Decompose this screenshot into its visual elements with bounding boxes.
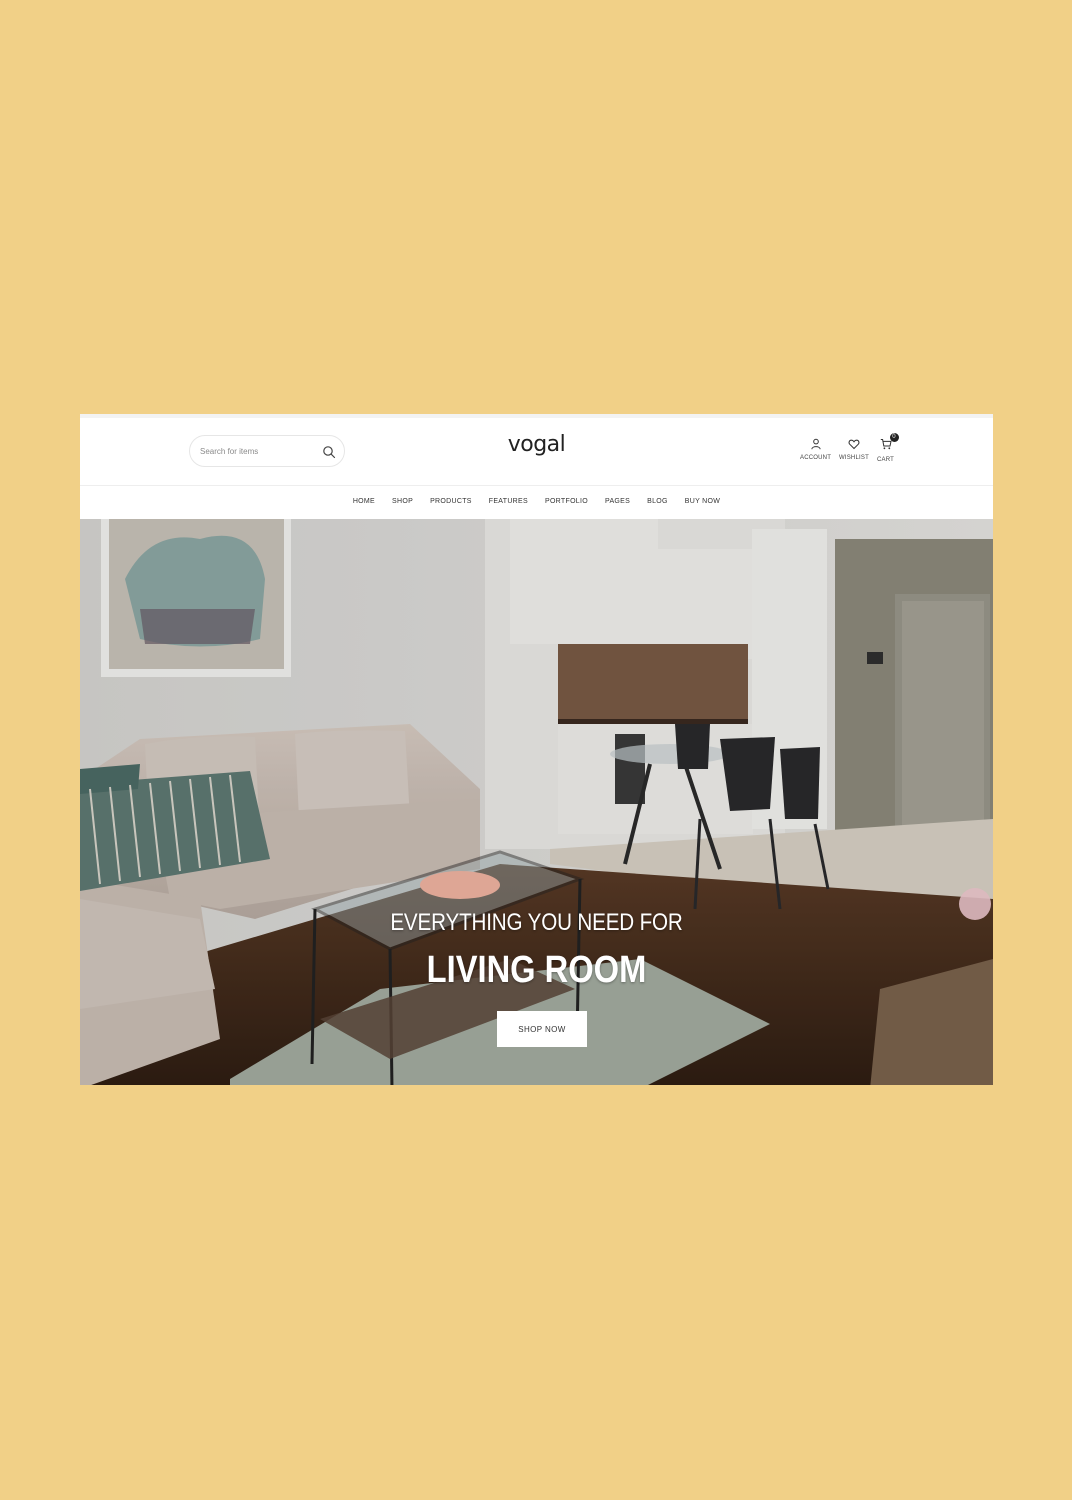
hero-subtitle: EVERYTHING YOU NEED FOR bbox=[390, 909, 683, 936]
cart-link[interactable]: 0 CART bbox=[877, 433, 899, 463]
nav-item-pages[interactable]: PAGES bbox=[605, 498, 630, 505]
website-window: vogal ACCOUNT WISHLIST 0 bbox=[80, 414, 993, 1085]
living-room-photo bbox=[80, 519, 993, 1085]
search-box[interactable] bbox=[189, 435, 345, 467]
nav-item-blog[interactable]: BLOG bbox=[647, 498, 668, 505]
wishlist-label: WISHLIST bbox=[839, 455, 869, 461]
nav-item-buy-now[interactable]: BUY NOW bbox=[685, 498, 720, 505]
cart-label: CART bbox=[877, 457, 895, 463]
heart-icon bbox=[848, 439, 860, 450]
hero-banner: EVERYTHING YOU NEED FOR LIVING ROOM SHOP… bbox=[80, 519, 993, 1085]
main-nav: HOME SHOP PRODUCTS FEATURES PORTFOLIO PA… bbox=[80, 485, 993, 519]
account-link[interactable]: ACCOUNT bbox=[800, 438, 831, 461]
user-icon bbox=[810, 438, 821, 450]
account-label: ACCOUNT bbox=[800, 455, 832, 461]
search-icon[interactable] bbox=[322, 445, 336, 459]
nav-item-home[interactable]: HOME bbox=[353, 498, 375, 505]
cart-count-badge: 0 bbox=[889, 433, 899, 442]
nav-item-shop[interactable]: SHOP bbox=[392, 498, 413, 505]
nav-item-portfolio[interactable]: PORTFOLIO bbox=[545, 498, 588, 505]
nav-item-products[interactable]: PRODUCTS bbox=[430, 498, 472, 505]
wishlist-link[interactable]: WISHLIST bbox=[839, 438, 869, 461]
site-logo[interactable]: vogal bbox=[508, 432, 566, 457]
search-input[interactable] bbox=[200, 444, 315, 458]
site-header: vogal ACCOUNT WISHLIST 0 bbox=[80, 418, 993, 485]
nav-item-features[interactable]: FEATURES bbox=[489, 498, 528, 505]
hero-title: LIVING ROOM bbox=[426, 949, 647, 991]
shop-now-button[interactable]: SHOP NOW bbox=[497, 1011, 587, 1047]
